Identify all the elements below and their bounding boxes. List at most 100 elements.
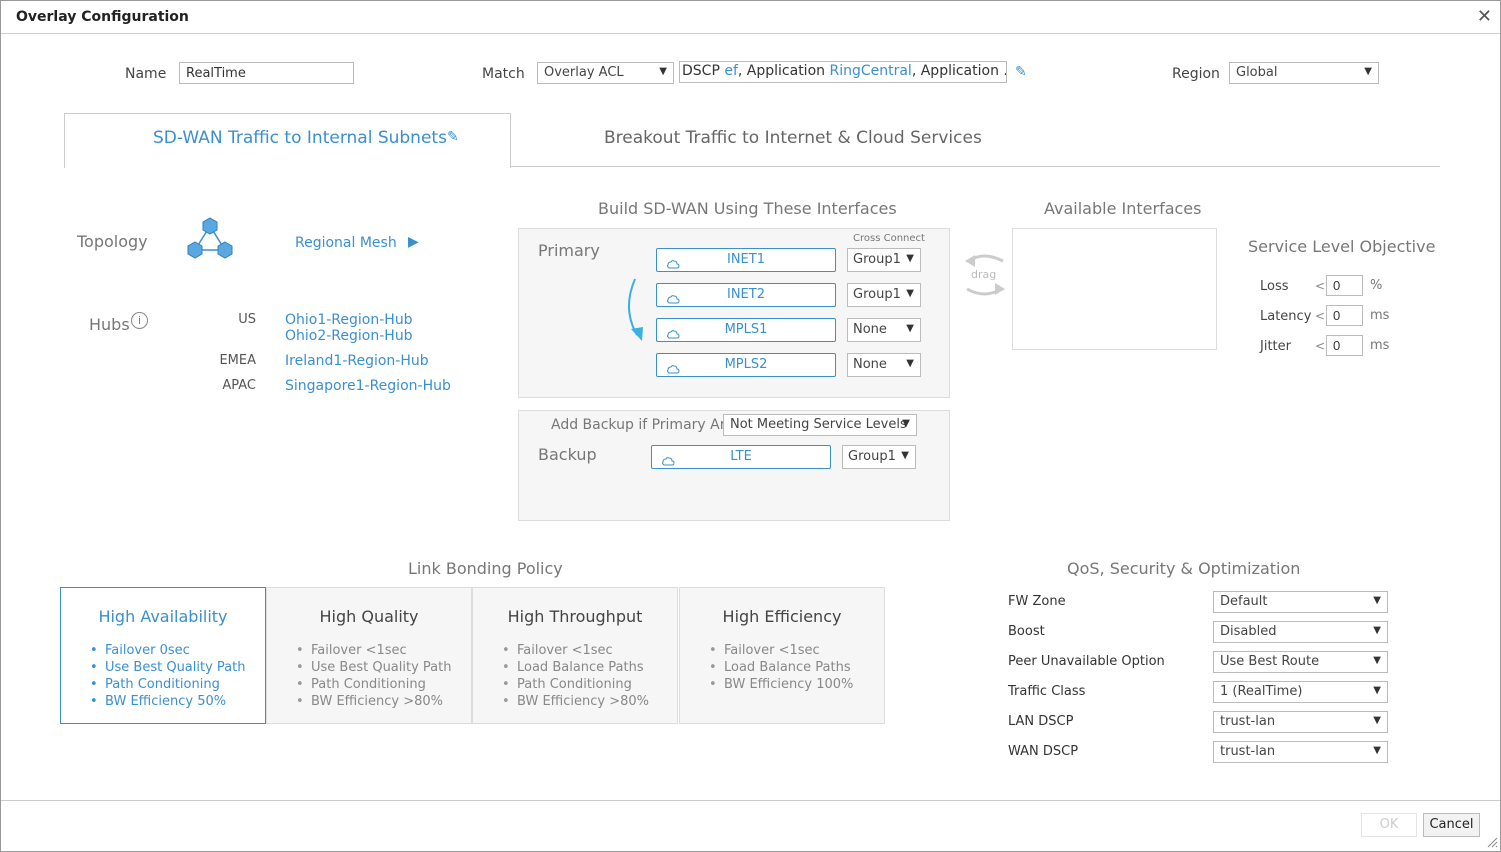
bonding-feature: Load Balance Paths <box>502 659 649 676</box>
bonding-card-title: High Availability <box>98 607 228 626</box>
qos-select[interactable]: trust-lan ▼ <box>1213 711 1388 733</box>
info-icon[interactable]: i <box>131 312 148 329</box>
tab-sdwan-internal[interactable]: SD-WAN Traffic to Internal Subnets ✎ <box>64 113 511 168</box>
match-label: Match <box>482 66 525 82</box>
cross-connect-select[interactable]: Group1 ▼ <box>847 283 921 307</box>
edit-tab-icon[interactable]: ✎ <box>447 129 459 145</box>
resize-grip-icon[interactable] <box>1486 836 1498 848</box>
hub-link[interactable]: Ohio2-Region-Hub <box>285 328 413 344</box>
interface-chip[interactable]: INET2 <box>656 283 836 307</box>
cross-connect-select[interactable]: Group1 ▼ <box>847 248 921 272</box>
cloud-icon <box>666 325 680 339</box>
bonding-feature: Path Conditioning <box>502 676 649 693</box>
slo-unit: % <box>1370 278 1383 293</box>
ok-button[interactable]: OK <box>1361 813 1417 837</box>
hub-link[interactable]: Ohio1-Region-Hub <box>285 312 413 328</box>
bonding-card[interactable]: High Throughput Failover <1secLoad Balanc… <box>472 587 678 724</box>
chevron-down-icon: ▼ <box>1373 595 1381 606</box>
qos-label: LAN DSCP <box>1008 714 1074 729</box>
tab-breakout-label: Breakout Traffic to Internet & Cloud Ser… <box>604 128 982 148</box>
match-type-value: Overlay ACL <box>544 65 624 80</box>
name-field[interactable] <box>179 62 354 84</box>
cross-connect-select[interactable]: None ▼ <box>847 353 921 377</box>
bonding-feature: Use Best Quality Path <box>90 659 246 676</box>
build-title: Build SD-WAN Using These Interfaces <box>598 199 897 218</box>
slo-input[interactable] <box>1326 335 1363 356</box>
close-icon[interactable]: ✕ <box>1477 6 1492 27</box>
bonding-feature: BW Efficiency 50% <box>90 693 245 710</box>
region-select[interactable]: Global ▼ <box>1229 62 1379 84</box>
topology-value[interactable]: Regional Mesh <box>295 235 397 251</box>
chevron-down-icon: ▼ <box>906 323 914 334</box>
region-value: Global <box>1236 65 1278 80</box>
bonding-feature: Load Balance Paths <box>709 659 853 676</box>
bonding-feature: Failover 0sec <box>90 642 245 659</box>
tab-breakout[interactable]: Breakout Traffic to Internet & Cloud Ser… <box>604 128 982 148</box>
cross-connect-select[interactable]: Group1 ▼ <box>842 445 916 469</box>
bonding-feature: Path Conditioning <box>90 676 245 693</box>
cloud-icon <box>666 360 680 374</box>
available-interfaces-dropzone[interactable] <box>1012 228 1217 350</box>
hub-region-label: APAC <box>222 378 256 393</box>
qos-select[interactable]: trust-lan ▼ <box>1213 741 1388 763</box>
bonding-card[interactable]: High Efficiency Failover <1secLoad Balanc… <box>679 587 885 724</box>
qos-select[interactable]: Default ▼ <box>1213 591 1388 613</box>
chevron-down-icon: ▼ <box>1373 655 1381 666</box>
interface-chip[interactable]: LTE <box>651 445 831 469</box>
bonding-card-features: Failover <1secLoad Balance PathsPath Con… <box>502 642 649 710</box>
interface-chip[interactable]: MPLS1 <box>656 318 836 342</box>
edit-match-icon[interactable]: ✎ <box>1015 64 1027 80</box>
bonding-card-features: Failover <1secLoad Balance PathsBW Effic… <box>709 642 853 693</box>
interface-chip[interactable]: MPLS2 <box>656 353 836 377</box>
match-token-text: , Application <box>737 63 830 79</box>
cancel-button[interactable]: Cancel <box>1423 813 1480 837</box>
interface-chip[interactable]: INET1 <box>656 248 836 272</box>
cancel-button-label: Cancel <box>1429 817 1474 832</box>
bonding-feature: Failover <1sec <box>296 642 451 659</box>
match-expression[interactable]: DSCP ef, Application RingCentral, Applic… <box>679 61 1007 83</box>
slo-input[interactable] <box>1326 305 1363 326</box>
hub-link[interactable]: Singapore1-Region-Hub <box>285 378 451 394</box>
add-backup-label: Add Backup if Primary Are <box>551 417 734 433</box>
match-token-text: , Application ... <box>911 63 1007 79</box>
bonding-card-features: Failover 0secUse Best Quality PathPath C… <box>90 642 246 710</box>
hub-link[interactable]: Ireland1-Region-Hub <box>285 353 429 369</box>
expand-topology-icon[interactable]: ▶ <box>408 234 419 250</box>
slo-label: Jitter <box>1260 339 1291 354</box>
slo-operator: < <box>1315 339 1326 353</box>
bonding-feature: BW Efficiency >80% <box>296 693 451 710</box>
slo-input[interactable] <box>1326 275 1363 296</box>
qos-select-value: trust-lan <box>1220 714 1276 729</box>
cloud-icon <box>666 290 680 304</box>
chevron-down-icon: ▼ <box>1373 625 1381 636</box>
match-type-select[interactable]: Overlay ACL ▼ <box>537 62 674 84</box>
slo-operator: < <box>1315 279 1326 293</box>
cross-connect-value: Group1 <box>848 449 896 464</box>
slo-unit: ms <box>1370 338 1390 353</box>
chevron-down-icon: ▼ <box>906 253 914 264</box>
qos-select[interactable]: 1 (RealTime) ▼ <box>1213 681 1388 703</box>
match-token-value: ef <box>724 63 738 79</box>
cross-connect-value: None <box>853 357 887 372</box>
chevron-down-icon: ▼ <box>1373 715 1381 726</box>
qos-select[interactable]: Use Best Route ▼ <box>1213 651 1388 673</box>
hub-region-label: US <box>238 312 256 327</box>
backup-panel: Add Backup if Primary Are Not Meeting Se… <box>518 410 950 521</box>
slo-operator: < <box>1315 309 1326 323</box>
match-token-text: DSCP <box>682 63 725 79</box>
chevron-down-icon: ▼ <box>902 418 910 429</box>
interface-name: LTE <box>730 449 752 464</box>
qos-select[interactable]: Disabled ▼ <box>1213 621 1388 643</box>
bonding-card[interactable]: High Availability Failover 0secUse Best Q… <box>60 587 266 724</box>
bonding-card[interactable]: High Quality Failover <1secUse Best Quali… <box>266 587 472 724</box>
qos-title: QoS, Security & Optimization <box>1067 559 1301 578</box>
qos-label: Traffic Class <box>1008 684 1086 699</box>
cross-connect-select[interactable]: None ▼ <box>847 318 921 342</box>
titlebar: Overlay Configuration ✕ <box>1 1 1500 34</box>
interface-name: MPLS2 <box>724 357 768 372</box>
add-backup-select[interactable]: Not Meeting Service Levels ▼ <box>723 414 917 436</box>
bonding-feature: Failover <1sec <box>502 642 649 659</box>
slo-title: Service Level Objective <box>1248 237 1436 256</box>
chevron-down-icon: ▼ <box>906 288 914 299</box>
dialog-title: Overlay Configuration <box>16 9 189 25</box>
